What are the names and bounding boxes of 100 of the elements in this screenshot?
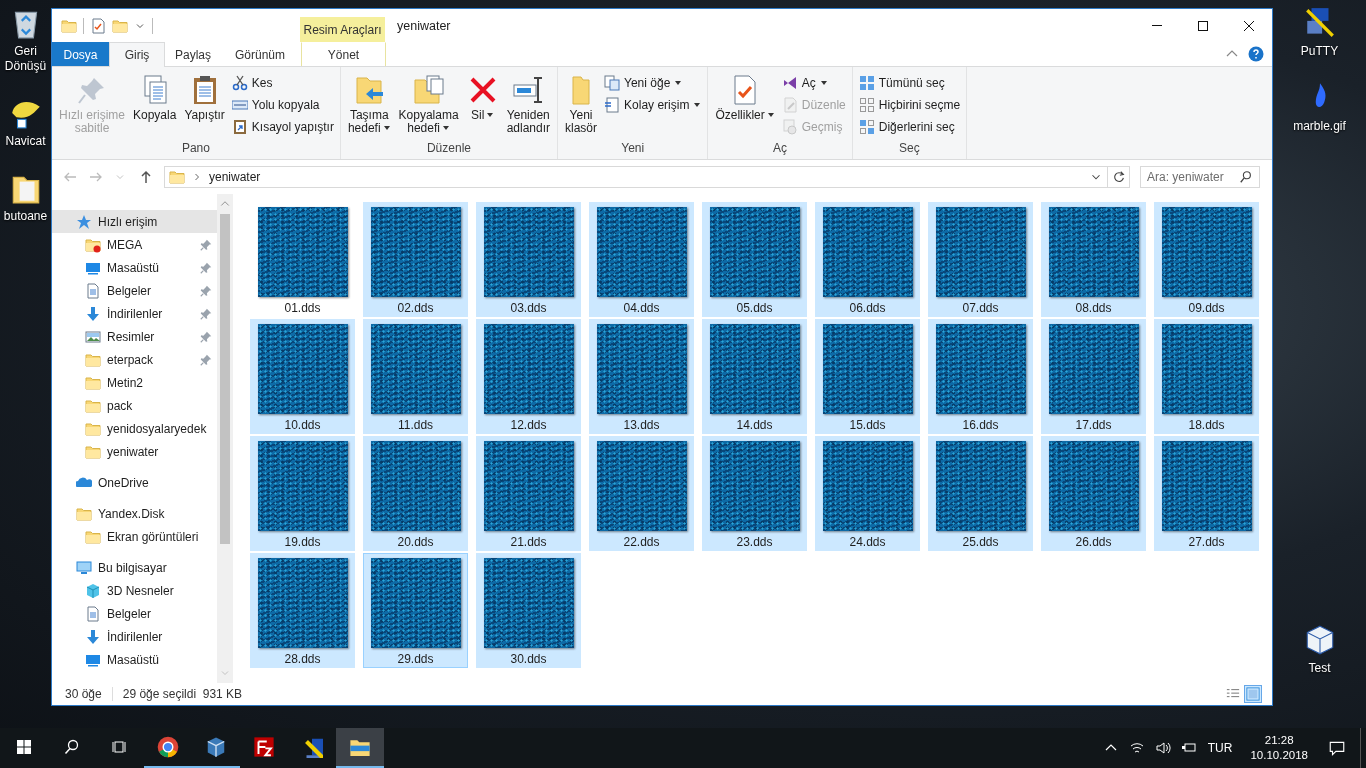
desktop-icon-label[interactable]: Navicat <box>5 134 46 149</box>
nav-item[interactable]: pack <box>52 394 217 417</box>
star-icon <box>76 213 92 230</box>
file-item[interactable]: 16.dds <box>928 319 1033 434</box>
ribbon-button[interactable]: Yapıştır <box>181 71 228 141</box>
file-item[interactable]: 30.dds <box>476 553 581 668</box>
window-title: yeniwater <box>396 17 451 35</box>
nav-item[interactable]: Bu bilgisayar <box>52 556 217 579</box>
file-item[interactable]: 28.dds <box>250 553 355 668</box>
file-item[interactable]: 22.dds <box>589 436 694 551</box>
file-item[interactable]: 12.dds <box>476 319 581 434</box>
file-item[interactable]: 15.dds <box>815 319 920 434</box>
ribbon-button[interactable]: Kolay erişim <box>602 95 704 114</box>
large-icons-view-icon <box>1246 687 1260 701</box>
ribbon-button[interactable]: Kes <box>229 73 336 92</box>
scissors-icon <box>231 74 248 91</box>
file-item[interactable]: 08.dds <box>1041 202 1146 317</box>
ribbon-button[interactable]: Aç <box>779 73 848 92</box>
ribbon-button[interactable]: Taşıma hedefi <box>344 71 394 141</box>
shortcut-icon <box>231 118 248 135</box>
file-item[interactable]: 24.dds <box>815 436 920 551</box>
nav-item[interactable]: yenidosyalaryedek <box>52 417 217 440</box>
ribbon-button[interactable]: Kısayol yapıştır <box>229 117 336 136</box>
nav-item[interactable]: Belgeler <box>52 602 217 625</box>
file-item[interactable]: 10.dds <box>250 319 355 434</box>
ribbon-tab[interactable]: Görünüm <box>221 42 299 66</box>
nav-item[interactable]: Yandex.Disk <box>52 502 217 525</box>
file-item[interactable]: 26.dds <box>1041 436 1146 551</box>
file-item[interactable]: 27.dds <box>1154 436 1259 551</box>
clock-date[interactable]: 10.10.2018 <box>1250 748 1308 763</box>
refresh-button[interactable] <box>1108 166 1130 188</box>
nav-item[interactable]: Ekran görüntüleri <box>52 525 217 548</box>
file-item[interactable]: 02.dds <box>363 202 468 317</box>
properties-icon[interactable] <box>90 17 106 34</box>
ribbon-button[interactable]: Hiçbirini seçme <box>856 95 963 114</box>
nav-item[interactable]: yeniwater <box>52 440 217 463</box>
nav-item[interactable]: Metin2 <box>52 371 217 394</box>
nav-item[interactable]: İndirilenler <box>52 625 217 648</box>
breadcrumb[interactable]: yeniwater <box>209 170 261 184</box>
file-item[interactable]: 09.dds <box>1154 202 1259 317</box>
clock-time[interactable]: 21:28 <box>1264 733 1294 748</box>
ribbon-tab[interactable]: Yönet <box>301 42 386 66</box>
nav-item[interactable]: OneDrive <box>52 471 217 494</box>
file-item[interactable]: 25.dds <box>928 436 1033 551</box>
nav-item[interactable]: Masaüstü <box>52 648 217 671</box>
taskbar-app[interactable] <box>336 728 384 768</box>
ribbon-button[interactable]: Yolu kopyala <box>229 95 336 114</box>
file-item[interactable]: 18.dds <box>1154 319 1259 434</box>
ribbon-tab[interactable]: Paylaş <box>165 42 221 66</box>
caret-icon <box>766 111 775 119</box>
file-item[interactable]: 14.dds <box>702 319 807 434</box>
ribbon-button[interactable]: Tümünü seç <box>856 73 963 92</box>
file-item[interactable]: 06.dds <box>815 202 920 317</box>
file-item[interactable]: 17.dds <box>1041 319 1146 434</box>
ribbon-button[interactable]: Yeni öğe <box>602 73 704 92</box>
search-field[interactable]: Ara: yeniwater <box>1140 166 1260 188</box>
file-item[interactable]: 03.dds <box>476 202 581 317</box>
file-item[interactable]: 11.dds <box>363 319 468 434</box>
desktop-icon-label[interactable]: PuTTY <box>1300 44 1339 59</box>
file-item[interactable]: 07.dds <box>928 202 1033 317</box>
nav-item[interactable]: Belgeler <box>52 279 217 302</box>
file-item[interactable]: 19.dds <box>250 436 355 551</box>
file-item[interactable]: 13.dds <box>589 319 694 434</box>
ribbon-tab[interactable]: Dosya <box>52 42 109 66</box>
input-language[interactable]: TUR <box>1207 741 1233 755</box>
file-item[interactable]: 04.dds <box>589 202 694 317</box>
volume-icon[interactable] <box>1154 740 1171 756</box>
desktop-icon-label[interactable]: marble.gif <box>1293 119 1346 134</box>
group-label: Aç <box>772 141 789 157</box>
ribbon-button[interactable]: Kopyalama hedefi <box>395 71 462 141</box>
search-icon <box>64 739 80 755</box>
file-item[interactable]: 20.dds <box>363 436 468 551</box>
notification-icon[interactable] <box>1328 739 1346 757</box>
file-item[interactable]: 23.dds <box>702 436 807 551</box>
ribbon-button[interactable]: Diğerlerini seç <box>856 117 963 136</box>
desktop-icon-label[interactable]: Geri Dönüşü <box>0 44 51 74</box>
nav-item[interactable]: 3D Nesneler <box>52 579 217 602</box>
nav-item[interactable]: Hızlı erişim <box>52 210 217 233</box>
file-item[interactable]: 01.dds <box>250 202 355 317</box>
ribbon-button[interactable]: Kopyala <box>130 71 180 141</box>
folder-icon <box>85 351 101 368</box>
ribbon-button[interactable]: Sil <box>463 71 502 141</box>
address-bar[interactable]: yeniwater <box>164 166 1108 188</box>
invert-grid-icon <box>858 118 875 135</box>
nav-item[interactable]: Resimler <box>52 325 217 348</box>
file-item[interactable]: 21.dds <box>476 436 581 551</box>
ribbon-button[interactable]: Yeniden adlandır <box>503 71 553 141</box>
download-icon <box>85 305 101 322</box>
ribbon-button[interactable]: Yeni klasör <box>562 71 601 141</box>
nav-item[interactable]: Masaüstü <box>52 256 217 279</box>
nav-item[interactable]: eterpack <box>52 348 217 371</box>
ribbon-button[interactable]: Özellikler <box>712 71 778 141</box>
help-icon[interactable] <box>1248 46 1264 62</box>
desktop-icon-label[interactable]: butoane <box>3 209 48 224</box>
nav-item[interactable]: MEGA <box>52 233 217 256</box>
file-item[interactable]: 29.dds <box>363 553 468 668</box>
nav-item[interactable]: İndirilenler <box>52 302 217 325</box>
file-item[interactable]: 05.dds <box>702 202 807 317</box>
desktop-icon-label[interactable]: Test <box>1308 661 1331 676</box>
ribbon-tab[interactable]: Giriş <box>109 42 165 67</box>
